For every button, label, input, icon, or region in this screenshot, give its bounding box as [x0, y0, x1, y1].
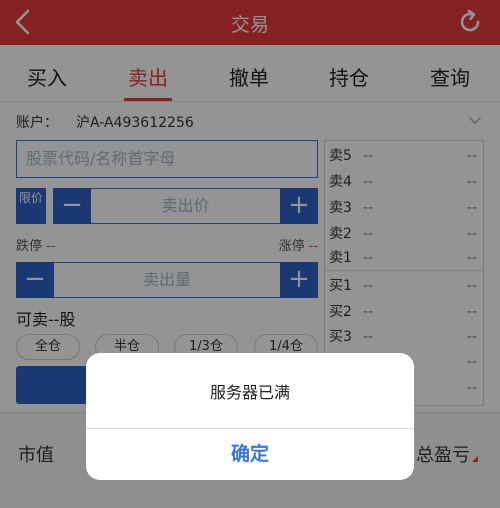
dialog-message: 服务器已满 [209, 383, 290, 402]
alert-dialog: 服务器已满 确定 [86, 353, 414, 480]
dialog-confirm-button[interactable]: 确定 [86, 429, 414, 480]
